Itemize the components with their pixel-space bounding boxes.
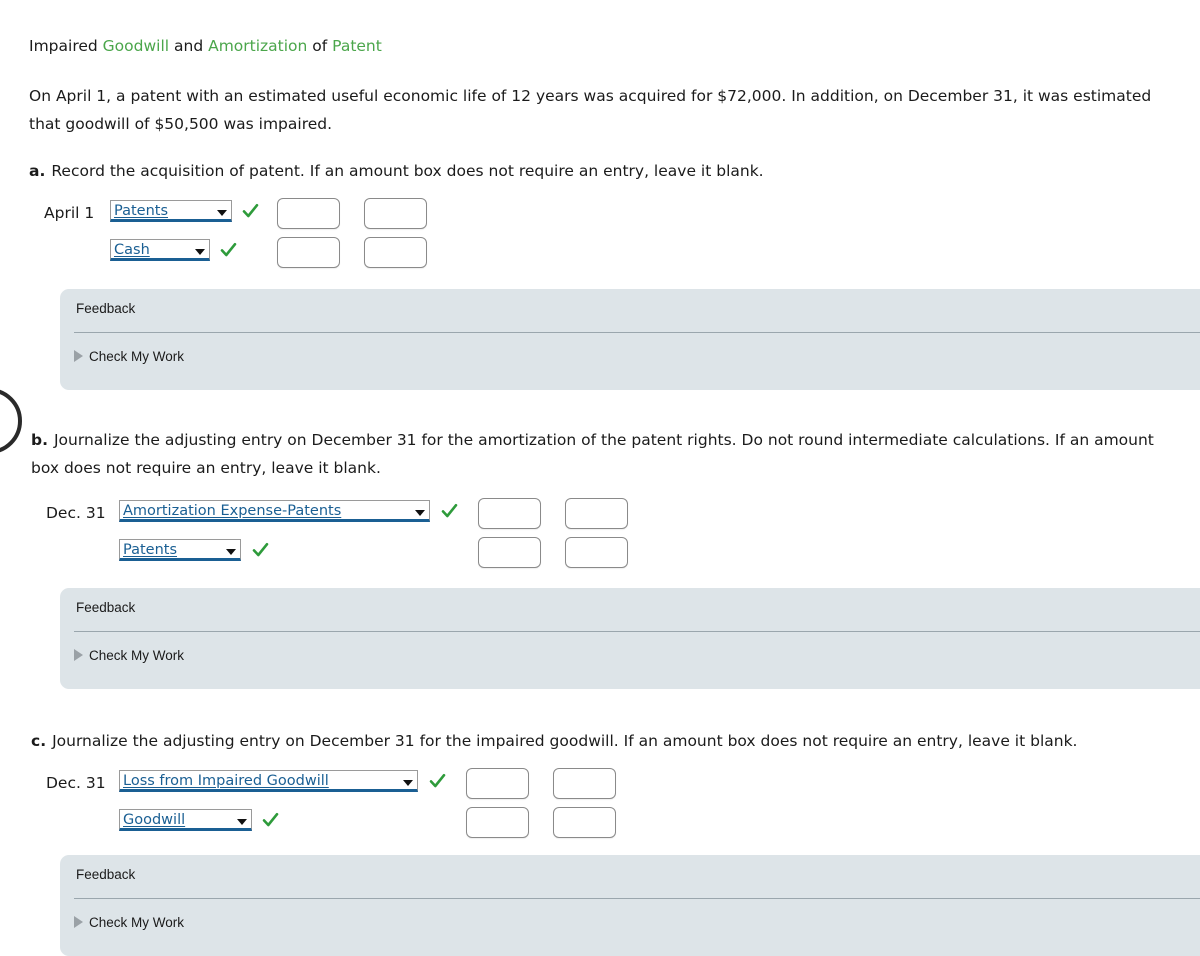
part-a-check-my-work-label: Check My Work [89, 349, 185, 364]
part-b-row-2-credit-input[interactable] [565, 537, 628, 568]
part-a-row-1-credit-input[interactable] [364, 198, 427, 229]
part-b-feedback-panel: Feedback Check My Work [60, 588, 1200, 689]
title-keyword-amortization: Amortization [208, 37, 308, 55]
part-b-row-2-account-label: Patents [123, 542, 178, 558]
part-a-row-1-account-select[interactable]: Patents [110, 200, 232, 222]
part-a-feedback-panel: Feedback Check My Work [60, 289, 1200, 390]
part-b-date: Dec. 31 [46, 504, 106, 522]
part-b-letter: b. [31, 431, 48, 449]
part-a-text: Record the acquisition of patent. If an … [51, 162, 764, 180]
part-c-letter: c. [31, 732, 47, 750]
part-a-row-1-debit-input[interactable] [277, 198, 340, 229]
part-c-prompt: c. Journalize the adjusting entry on Dece… [31, 727, 1181, 755]
part-c-row-2-credit-input[interactable] [553, 807, 616, 838]
chevron-down-icon [403, 780, 413, 786]
title-segment-3: of [307, 37, 333, 55]
part-c-check-my-work-label: Check My Work [89, 915, 185, 930]
chevron-down-icon [237, 819, 247, 825]
part-a-row-2-account-label: Cash [114, 242, 150, 258]
part-b-row-1-account-label: Amortization Expense-Patents [123, 503, 342, 519]
part-c-row-1-debit-input[interactable] [466, 768, 529, 799]
part-b-feedback-divider [74, 631, 1200, 632]
part-c-row-1-credit-input[interactable] [553, 768, 616, 799]
part-b-row-1-debit-input[interactable] [478, 498, 541, 529]
title-segment-2: and [169, 37, 209, 55]
part-a-row-2-correct-icon [220, 242, 237, 260]
problem-statement: On April 1, a patent with an estimated u… [29, 87, 1152, 133]
part-c-check-my-work-toggle[interactable]: Check My Work [74, 915, 184, 930]
part-c-row-2-account-select[interactable]: Goodwill [119, 809, 252, 831]
part-a-row-1-account-label: Patents [114, 203, 169, 219]
part-c-row-2-account-label: Goodwill [123, 812, 186, 828]
part-a-row-2-account-select[interactable]: Cash [110, 239, 210, 261]
part-b-text: Journalize the adjusting entry on Decemb… [31, 431, 1154, 477]
part-c-row-2-correct-icon [262, 812, 279, 830]
part-c-row-1-account-label: Loss from Impaired Goodwill [123, 773, 329, 789]
part-b-check-my-work-label: Check My Work [89, 648, 185, 663]
part-a-prompt: a. Record the acquisition of patent. If a… [29, 157, 1169, 185]
part-a-feedback-divider [74, 332, 1200, 333]
part-c-date: Dec. 31 [46, 774, 106, 792]
part-b-row-2-debit-input[interactable] [478, 537, 541, 568]
triangle-right-icon [74, 649, 83, 661]
title-keyword-goodwill: Goodwill [102, 37, 170, 55]
part-b-check-my-work-toggle[interactable]: Check My Work [74, 648, 184, 663]
title-segment-1: Impaired [29, 37, 103, 55]
chevron-down-icon [226, 549, 236, 555]
part-b-row-1-account-select[interactable]: Amortization Expense-Patents [119, 500, 430, 522]
part-c-feedback-title: Feedback [76, 867, 136, 882]
title-keyword-patent: Patent [332, 37, 382, 55]
part-a-row-2-credit-input[interactable] [364, 237, 427, 268]
part-c-row-1-account-select[interactable]: Loss from Impaired Goodwill [119, 770, 418, 792]
part-c-row-2-debit-input[interactable] [466, 807, 529, 838]
part-c-feedback-panel: Feedback Check My Work [60, 855, 1200, 956]
part-a-row-1-correct-icon [242, 203, 259, 221]
triangle-right-icon [74, 350, 83, 362]
part-a-feedback-title: Feedback [76, 301, 136, 316]
part-c-text: Journalize the adjusting entry on Decemb… [52, 732, 1078, 750]
part-c-row-1-correct-icon [429, 773, 446, 791]
chevron-down-icon [415, 510, 425, 516]
part-a-letter: a. [29, 162, 46, 180]
annotation-circle [0, 388, 22, 454]
part-b-row-2-correct-icon [252, 542, 269, 560]
chevron-down-icon [217, 210, 227, 216]
part-a-check-my-work-toggle[interactable]: Check My Work [74, 349, 184, 364]
worksheet-page: Impaired Goodwill and Amortization of Pa… [0, 0, 1200, 956]
chevron-down-icon [195, 249, 205, 255]
part-c-feedback-divider [74, 898, 1200, 899]
part-b-row-1-correct-icon [441, 503, 458, 521]
triangle-right-icon [74, 916, 83, 928]
part-b-prompt: b. Journalize the adjusting entry on Dece… [31, 426, 1181, 482]
part-b-feedback-title: Feedback [76, 600, 136, 615]
page-title: Impaired Goodwill and Amortization of Pa… [29, 35, 382, 57]
part-a-row-2-debit-input[interactable] [277, 237, 340, 268]
part-b-row-1-credit-input[interactable] [565, 498, 628, 529]
part-b-row-2-account-select[interactable]: Patents [119, 539, 241, 561]
part-a-date: April 1 [44, 204, 95, 222]
